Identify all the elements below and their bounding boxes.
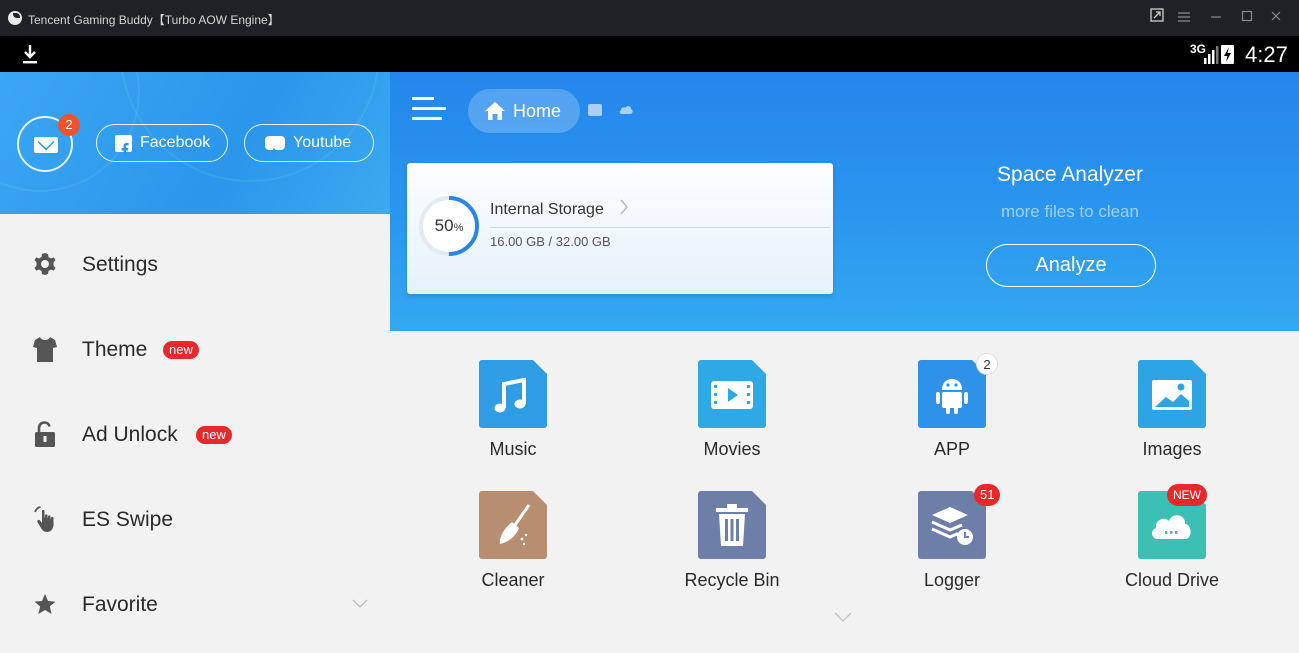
- swipe-hand-icon: [34, 506, 54, 532]
- close-icon[interactable]: [1266, 8, 1286, 28]
- tile-app[interactable]: 2 APP: [849, 353, 1049, 480]
- signal-bars-icon: [1204, 46, 1219, 64]
- navigation-drawer: 2 Facebook Youtube Settings Theme new Ad…: [0, 72, 390, 653]
- tile-logger[interactable]: 51 Logger: [849, 484, 1049, 611]
- download-icon: [23, 45, 37, 64]
- chevron-right-icon: [619, 198, 629, 221]
- tile-label: Movies: [703, 439, 761, 459]
- maximize-icon[interactable]: [1237, 8, 1257, 28]
- drawer-item-ad-unlock[interactable]: Ad Unlock new: [0, 393, 390, 478]
- drawer-header: 2 Facebook Youtube: [0, 72, 390, 214]
- tile-label: APP: [933, 439, 971, 459]
- battery-charging-icon: [1221, 45, 1234, 64]
- chevron-down-icon[interactable]: [352, 599, 368, 609]
- space-analyzer-title: Space Analyzer: [997, 163, 1143, 186]
- tile-cleaner[interactable]: Cleaner: [410, 491, 610, 611]
- storage-percent: 50%: [434, 216, 464, 235]
- drawer-item-label: Settings: [82, 253, 158, 276]
- internal-storage-card[interactable]: 50% Internal Storage 16.00 GB / 32.00 GB: [407, 163, 833, 294]
- app-count-badge: 2: [976, 353, 998, 375]
- youtube-button[interactable]: Youtube: [244, 124, 374, 162]
- star-icon: [34, 594, 56, 614]
- space-analyzer-subtitle: more files to clean: [1001, 202, 1139, 221]
- trash-icon: [698, 491, 766, 559]
- music-note-icon: [479, 360, 547, 428]
- gear-icon: [34, 253, 56, 275]
- hamburger-menu-icon[interactable]: [412, 94, 446, 124]
- envelope-icon: [34, 137, 58, 153]
- storage-size: 16.00 GB / 32.00 GB: [490, 234, 611, 249]
- cloud-breadcrumb-icon[interactable]: [618, 103, 634, 115]
- window-breadcrumb-icon[interactable]: [588, 104, 602, 116]
- tile-label: Logger: [923, 570, 981, 590]
- expand-more-icon[interactable]: [834, 612, 852, 622]
- youtube-label: Youtube: [293, 134, 352, 151]
- tile-music[interactable]: Music: [410, 360, 610, 480]
- tile-label: Images: [1142, 439, 1202, 459]
- android-icon: [918, 360, 986, 428]
- home-label: Home: [513, 101, 562, 121]
- window-title: Tencent Gaming Buddy【Turbo AOW Engine】: [28, 13, 280, 27]
- minimize-icon[interactable]: [1206, 8, 1226, 28]
- facebook-icon: [115, 135, 132, 157]
- youtube-icon: [265, 136, 285, 154]
- drawer-item-label: ES Swipe: [82, 508, 174, 531]
- android-status-bar: 3G 4:27: [0, 36, 1299, 72]
- app-logo-icon: [8, 11, 22, 25]
- tile-recycle-bin[interactable]: Recycle Bin: [629, 491, 829, 611]
- logger-count-badge: 51: [974, 484, 1001, 506]
- play-film-icon: [698, 360, 766, 428]
- pin-window-icon[interactable]: [1147, 8, 1167, 28]
- unlock-icon: [35, 421, 55, 447]
- new-badge: NEW: [1167, 484, 1207, 506]
- tile-label: Cleaner: [481, 570, 545, 590]
- status-time: 4:27: [1245, 42, 1288, 67]
- analyze-button[interactable]: Analyze: [986, 244, 1156, 287]
- menu-icon[interactable]: [1174, 8, 1194, 28]
- broom-icon: [479, 491, 547, 559]
- drawer-item-favorite[interactable]: Favorite: [0, 563, 390, 648]
- drawer-item-label: Ad Unlock: [82, 423, 178, 446]
- new-badge: new: [196, 426, 232, 444]
- facebook-label: Facebook: [140, 134, 211, 151]
- new-badge: new: [163, 341, 199, 359]
- drawer-item-theme[interactable]: Theme new: [0, 308, 390, 393]
- drawer-item-settings[interactable]: Settings: [0, 223, 390, 308]
- tile-label: Cloud Drive: [1124, 570, 1220, 590]
- facebook-button[interactable]: Facebook: [96, 124, 228, 162]
- storage-name: Internal Storage: [490, 201, 604, 218]
- image-icon: [1138, 360, 1206, 428]
- tile-cloud-drive[interactable]: NEW Cloud Drive: [1069, 484, 1269, 611]
- shirt-icon: [33, 337, 57, 362]
- tile-label: Music: [489, 439, 537, 459]
- window-title-bar: Tencent Gaming Buddy【Turbo AOW Engine】: [0, 0, 1299, 36]
- tile-label: Recycle Bin: [684, 570, 780, 590]
- drawer-item-label: Favorite: [82, 593, 158, 616]
- divider: [490, 227, 830, 228]
- breadcrumb-home[interactable]: Home: [468, 89, 580, 133]
- tile-images[interactable]: Images: [1069, 360, 1269, 480]
- drawer-item-es-swipe[interactable]: ES Swipe: [0, 478, 390, 563]
- home-icon: [485, 102, 505, 120]
- storage-header: Home 50% Internal Storage 16.00 GB / 32.…: [390, 72, 1299, 331]
- drawer-item-label: Theme: [82, 338, 148, 361]
- main-content: Home 50% Internal Storage 16.00 GB / 32.…: [390, 72, 1299, 653]
- tile-movies[interactable]: Movies: [629, 360, 829, 480]
- mail-count-badge: 2: [58, 114, 80, 136]
